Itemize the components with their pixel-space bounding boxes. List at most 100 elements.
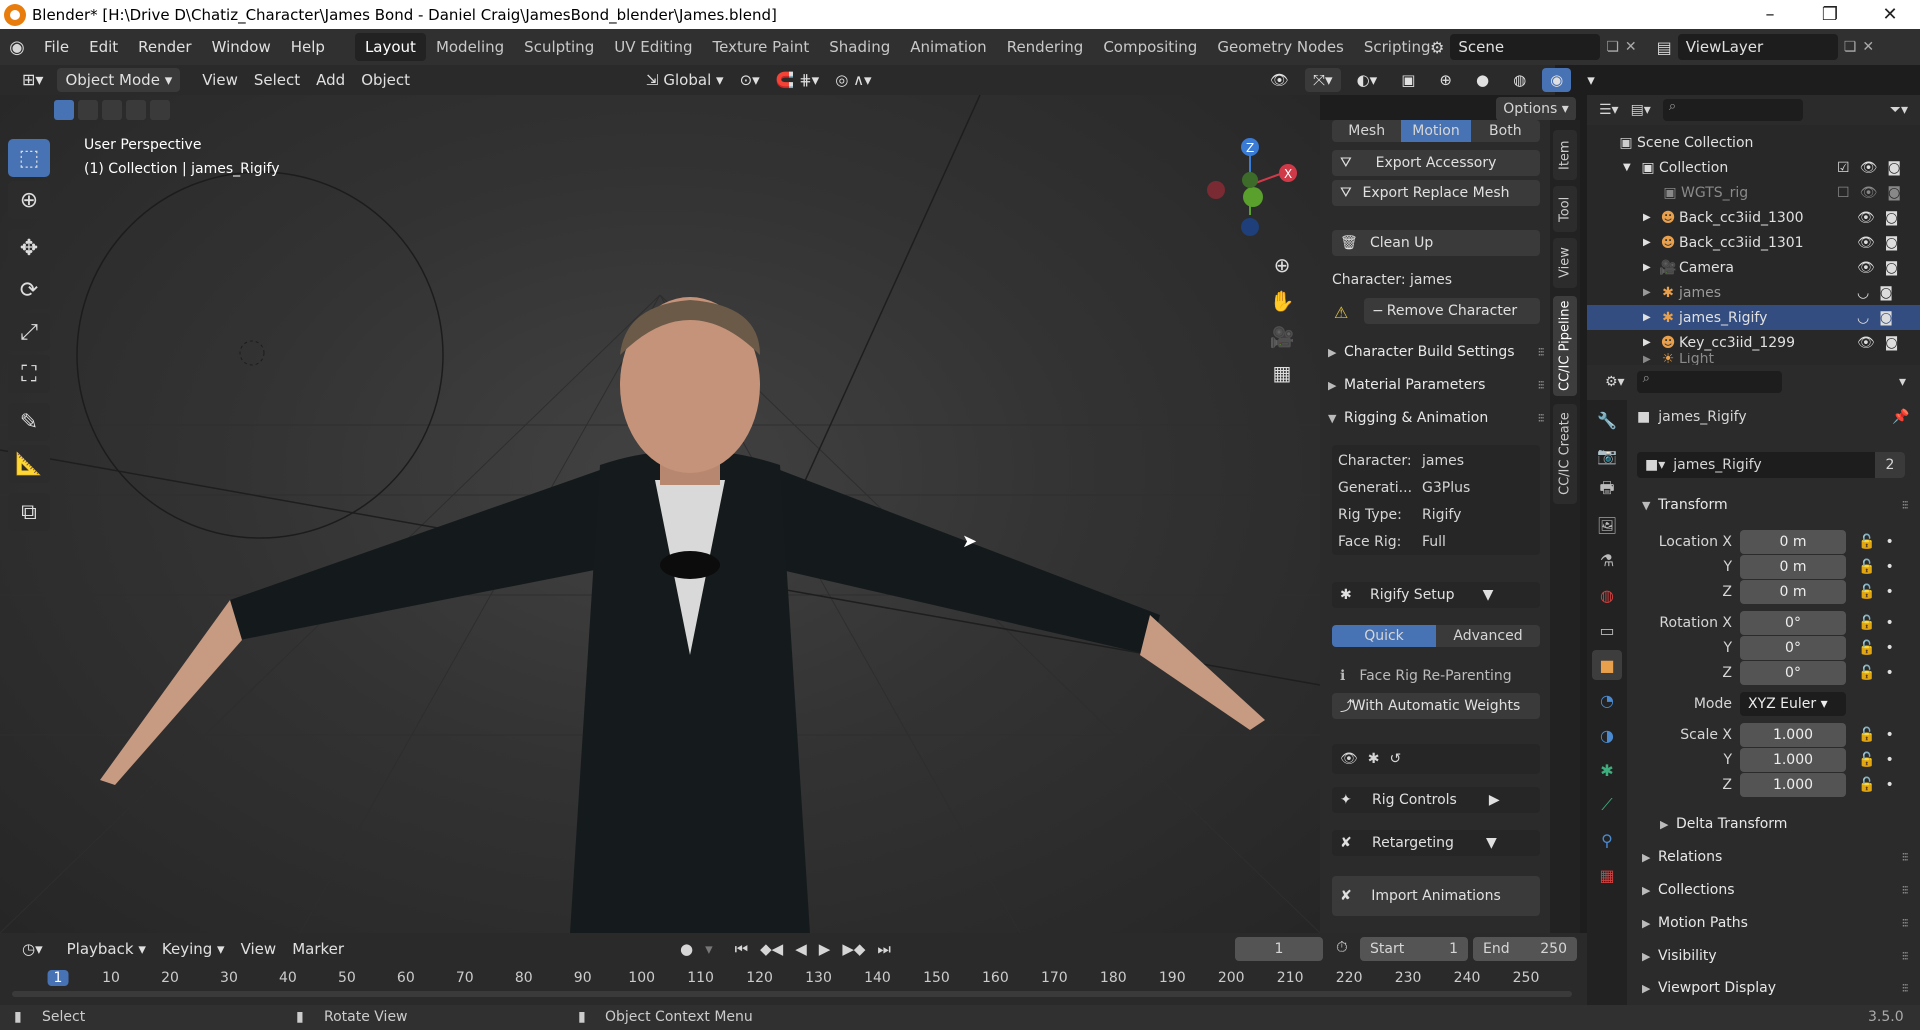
outliner-row-key-1299[interactable]: ▶ ☻ Key_cc3iid_1299 👁 ◙ xyxy=(1587,330,1920,355)
grip-icon[interactable]: ⁝⁝⁝ xyxy=(1538,378,1546,392)
modifier-props-icon[interactable]: ◔ xyxy=(1592,685,1622,715)
outliner-row-camera[interactable]: ▶ 🎥 Camera 👁 ◙ xyxy=(1587,255,1920,280)
rig-controls-header[interactable]: ✦ Rig Controls ▶ xyxy=(1332,787,1540,813)
constraint-props-icon[interactable]: ⚲ xyxy=(1592,825,1622,855)
move-tool-icon[interactable]: ✥ xyxy=(8,229,50,267)
delete-viewlayer-icon[interactable]: ✕ xyxy=(1862,39,1874,55)
bone-props-icon[interactable]: ⟋ xyxy=(1592,790,1622,820)
lock-icon[interactable]: 🔓 xyxy=(1858,534,1875,550)
delete-scene-icon[interactable]: ✕ xyxy=(1625,39,1637,55)
keyframe-dot-icon[interactable]: • xyxy=(1885,727,1893,743)
keyframe-dot-icon[interactable]: • xyxy=(1885,752,1893,768)
outliner-row-back-1301[interactable]: ▶ ☻ Back_cc3iid_1301 👁 ◙ xyxy=(1587,230,1920,255)
expand-icon[interactable]: ▶ xyxy=(1643,337,1657,348)
grip-icon[interactable]: ⁝⁝⁝ xyxy=(1902,850,1910,864)
render-props-icon[interactable]: 📷 xyxy=(1592,440,1622,470)
ortho-grid-icon[interactable]: ▦ xyxy=(1264,355,1300,391)
filter-icon[interactable]: ⏷▾ xyxy=(1890,102,1908,118)
keyframe-dot-icon[interactable]: • xyxy=(1885,615,1893,631)
transform-tool-icon[interactable]: ⛶ xyxy=(8,355,50,393)
expand-icon[interactable]: ▶ xyxy=(1643,312,1657,323)
camera-icon[interactable]: ◙ xyxy=(1887,185,1901,201)
lock-icon[interactable]: 🔓 xyxy=(1858,615,1875,631)
eye-icon[interactable]: 👁 xyxy=(1857,210,1875,226)
tab-compositing[interactable]: Compositing xyxy=(1093,33,1207,61)
shading-wire-icon[interactable]: ⊕ xyxy=(1431,68,1460,92)
view-layer-props-icon[interactable]: 🖼 xyxy=(1592,510,1622,540)
grip-icon[interactable]: ⁝⁝⁝ xyxy=(1902,916,1910,930)
shading-options-icon[interactable]: ▾ xyxy=(1579,68,1603,92)
eye-icon[interactable]: 👁 xyxy=(1860,185,1878,201)
timeline-scrollbar[interactable] xyxy=(12,991,1572,997)
tab-animation[interactable]: Animation xyxy=(900,33,996,61)
select-invert-icon[interactable] xyxy=(126,100,146,120)
outliner-row-back-1300[interactable]: ▶ ☻ Back_cc3iid_1300 👁 ◙ xyxy=(1587,205,1920,230)
annotate-tool-icon[interactable]: ✎ xyxy=(8,403,50,441)
export-replace-mesh-button[interactable]: ⛛ Export Replace Mesh xyxy=(1332,180,1540,206)
object-props-icon[interactable]: ■ xyxy=(1592,650,1622,680)
camera-icon[interactable]: ◙ xyxy=(1887,160,1901,176)
eye-icon[interactable]: 👁 xyxy=(1340,751,1358,767)
expand-icon[interactable]: ▼ xyxy=(1623,162,1637,173)
editor-type-icon[interactable]: ⊞▾ xyxy=(14,68,51,92)
eye-icon[interactable]: 👁 xyxy=(1857,335,1875,351)
grip-icon[interactable]: ⁝⁝⁝ xyxy=(1902,498,1910,512)
keyframe-dot-icon[interactable]: • xyxy=(1885,640,1893,656)
lock-icon[interactable]: 🔓 xyxy=(1858,584,1875,600)
expand-icon[interactable]: ▶ xyxy=(1643,354,1657,365)
clean-up-button[interactable]: 🗑 Clean Up xyxy=(1332,230,1540,256)
retargeting-header[interactable]: ✘ Retargeting ▼ xyxy=(1332,830,1540,856)
snap-icon[interactable]: 🧲 ⋕▾ xyxy=(768,68,828,92)
minimize-icon[interactable]: – xyxy=(1740,0,1800,29)
menu-window[interactable]: Window xyxy=(202,33,281,61)
eye-icon[interactable]: 👁 xyxy=(1857,235,1875,251)
keyframe-dot-icon[interactable]: • xyxy=(1885,559,1893,575)
tab-layout[interactable]: Layout xyxy=(354,33,426,61)
rotation-z-field[interactable]: 0° xyxy=(1740,661,1846,685)
collections-header[interactable]: ▶ Collections ⁝⁝⁝ xyxy=(1642,876,1910,904)
select-box-tool-icon[interactable]: ⬚ xyxy=(8,139,50,177)
physics-props-icon[interactable]: ◑ xyxy=(1592,720,1622,750)
visibility-icon[interactable]: 👁▾ xyxy=(1262,68,1297,113)
menu-select[interactable]: Select xyxy=(246,68,308,92)
properties-options-icon[interactable]: ▾ xyxy=(1899,374,1906,390)
vtab-view[interactable]: View xyxy=(1553,238,1577,288)
shading-solid-icon[interactable]: ● xyxy=(1468,68,1497,92)
new-viewlayer-icon[interactable]: ❏ xyxy=(1844,39,1857,55)
vtab-item[interactable]: Item xyxy=(1553,130,1577,180)
menu-view[interactable]: View xyxy=(194,68,246,92)
menu-edit[interactable]: Edit xyxy=(79,33,128,61)
scale-x-field[interactable]: 1.000 xyxy=(1740,723,1846,747)
outliner-row-light[interactable]: ▶ ☀ Light xyxy=(1587,353,1920,365)
expand-icon[interactable]: ▶ xyxy=(1643,237,1657,248)
3d-viewport[interactable]: User Perspective (1) Collection | james_… xyxy=(0,95,1320,933)
zoom-icon[interactable]: ⊕ xyxy=(1264,247,1300,283)
tab-sculpting[interactable]: Sculpting xyxy=(514,33,604,61)
lock-icon[interactable]: 🔓 xyxy=(1858,752,1875,768)
scale-tool-icon[interactable]: ⤢ xyxy=(8,313,50,351)
vtab-cc-pipeline[interactable]: CC/IC Pipeline xyxy=(1553,296,1577,396)
scale-z-field[interactable]: 1.000 xyxy=(1740,773,1846,797)
grip-icon[interactable]: ⁝⁝⁝ xyxy=(1902,981,1910,995)
rotate-tool-icon[interactable]: ⟳ xyxy=(8,271,50,309)
armature-data-icon[interactable]: ✱ xyxy=(1592,755,1622,785)
properties-editor-icon[interactable]: ⚙▾ xyxy=(1605,374,1625,390)
grip-icon[interactable]: ⁝⁝⁝ xyxy=(1902,883,1910,897)
properties-search-input[interactable]: ⌕ xyxy=(1636,371,1782,393)
shading-rendered-icon[interactable]: ◉ xyxy=(1542,68,1572,92)
camera-view-icon[interactable]: 🎥 xyxy=(1264,319,1300,355)
vtab-tool[interactable]: Tool xyxy=(1553,186,1577,232)
checkbox-icon[interactable]: ☐ xyxy=(1837,185,1850,201)
grip-icon[interactable]: ⁝⁝⁝ xyxy=(1538,345,1546,359)
tab-both[interactable]: Both xyxy=(1470,120,1540,142)
checkbox-icon[interactable]: ☑ xyxy=(1837,160,1850,176)
auto-weights-button[interactable]: ⤴ With Automatic Weights xyxy=(1332,693,1540,719)
select-intersect-icon[interactable] xyxy=(150,100,170,120)
keyframe-dot-icon[interactable]: • xyxy=(1885,534,1893,550)
add-cube-tool-icon[interactable]: ⧉ xyxy=(8,493,50,531)
display-mode-icon[interactable]: ▤▾ xyxy=(1631,102,1651,118)
orientation-dropdown[interactable]: ⇲ Global ▾ xyxy=(638,68,732,92)
hidden-eye-icon[interactable]: ◡ xyxy=(1857,285,1869,301)
overlay-icon[interactable]: ◐▾ xyxy=(1349,68,1386,92)
viewlayer-field[interactable]: ViewLayer xyxy=(1677,34,1838,60)
